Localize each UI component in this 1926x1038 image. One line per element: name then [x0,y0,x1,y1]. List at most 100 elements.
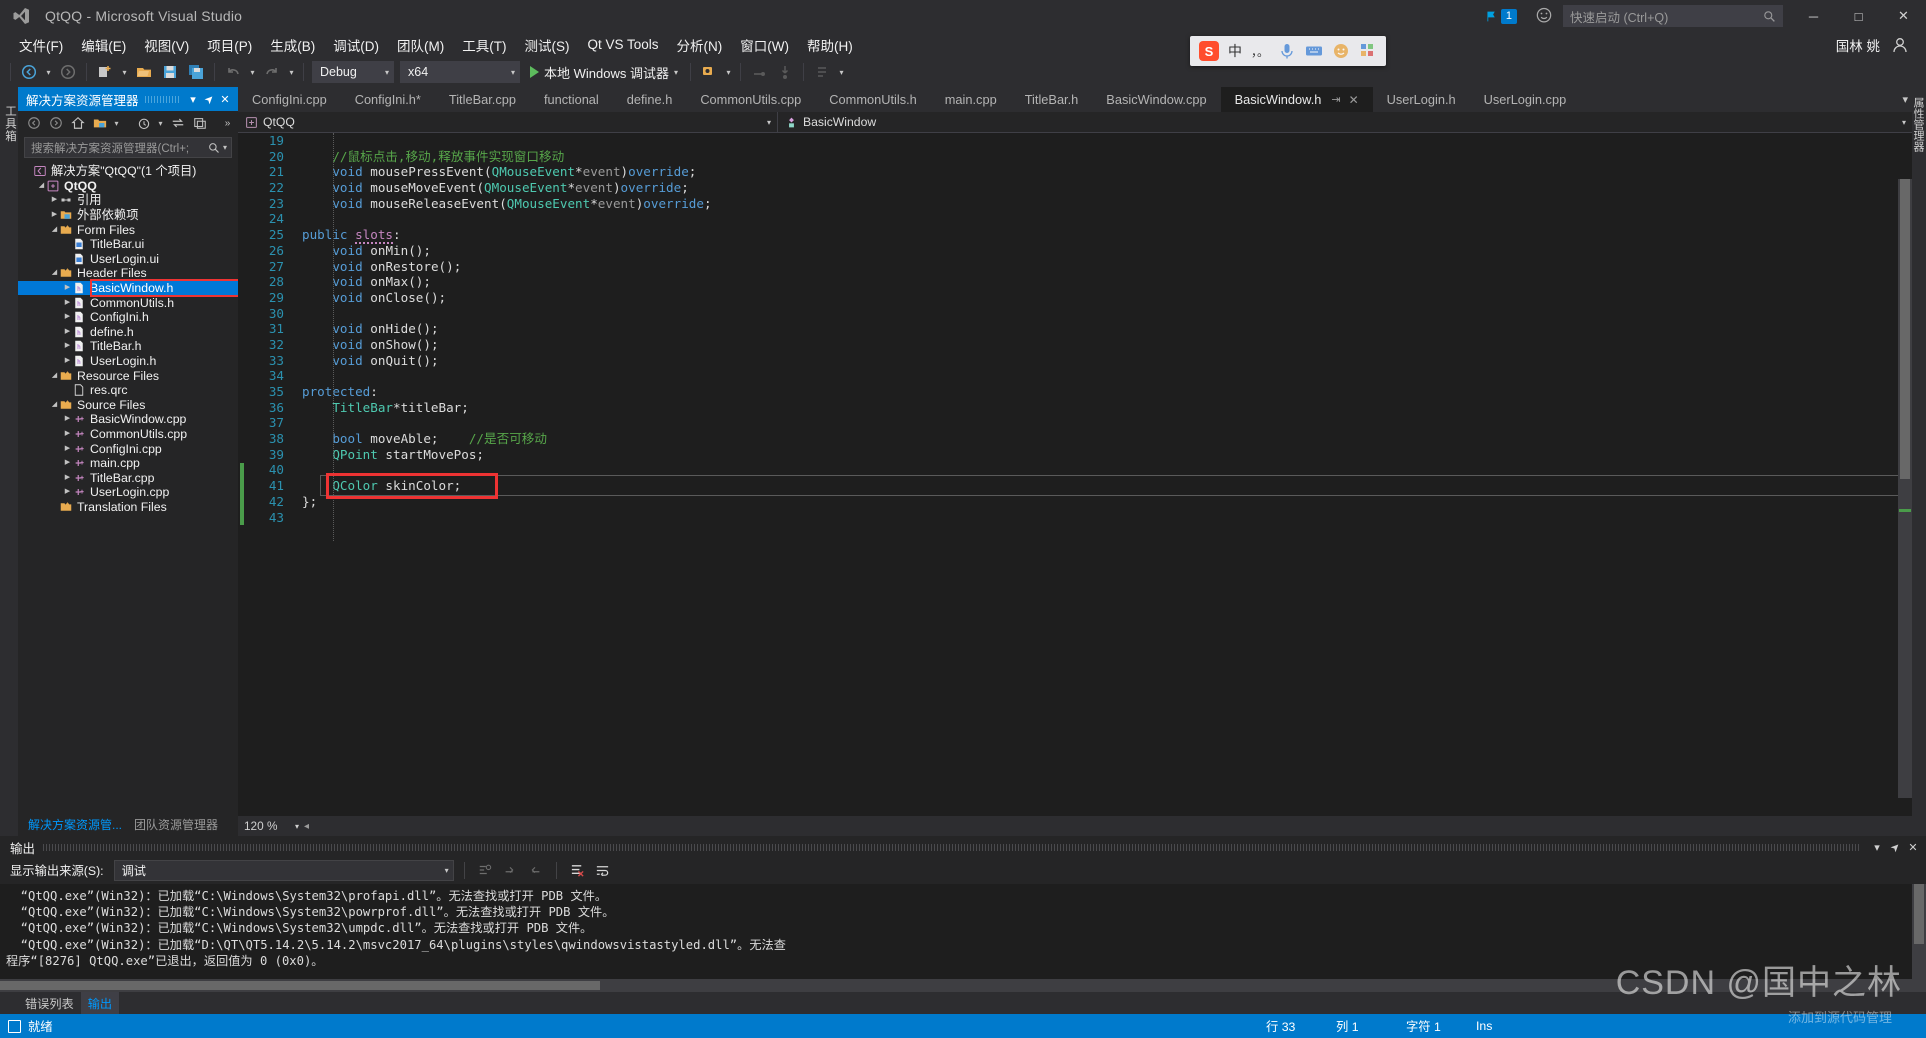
open-file-icon[interactable] [132,60,156,84]
code-area[interactable]: 19 20 21 22 23 24 25 26 27 28 29 30 31 32 33 34 35 36 37 38… [238,133,1912,816]
tab-overflow-icon[interactable]: ▾ [1902,93,1908,106]
code-line[interactable]: void onQuit(); [292,353,1912,369]
apps-grid-icon[interactable] [1359,42,1377,60]
tree-item[interactable]: ▶ BasicWindow.cpp [18,412,238,427]
tree-item[interactable]: ◢ Source Files [18,398,238,413]
editor-tab[interactable]: CommonUtils.cpp [686,87,815,112]
expand-arrow-closed-icon[interactable]: ▶ [63,339,72,353]
expand-arrow-open-icon[interactable]: ◢ [50,266,59,280]
save-all-icon[interactable] [184,60,208,84]
expand-arrow-closed-icon[interactable]: ▶ [63,354,72,368]
redo-dropdown-icon[interactable]: ▾ [286,60,297,84]
attach-process-icon[interactable] [697,60,721,84]
step-into-icon[interactable] [773,60,797,84]
tree-item[interactable]: Translation Files [18,500,238,515]
emoji-icon[interactable] [1332,42,1350,60]
step-out-icon[interactable] [810,60,834,84]
expand-arrow-closed-icon[interactable]: ▶ [63,412,72,426]
toolbar-overflow-icon[interactable]: ▾ [836,60,847,84]
code-line[interactable] [292,133,1912,149]
tree-item[interactable]: ◢ Resource Files [18,368,238,383]
toggle-word-wrap-icon[interactable] [592,860,613,880]
search-icon[interactable] [208,142,220,154]
start-debugging-button[interactable]: 本地 Windows 调试器 ▾ [524,60,684,84]
code-line[interactable]: }; [292,494,1912,510]
tree-item[interactable]: ▶ main.cpp [18,456,238,471]
tree-item[interactable]: ▶ UserLogin.cpp [18,485,238,500]
properties-tab[interactable]: 属性管理器 [1912,87,1926,836]
code-line[interactable] [292,211,1912,227]
tree-item-selected[interactable]: ▶ h BasicWindow.h [18,280,238,296]
code-line[interactable]: void onClose(); [292,290,1912,306]
code-text[interactable]: //鼠标点击,移动,释放事件实现窗口移动 void mousePressEven… [292,133,1912,816]
drag-handle[interactable] [144,95,179,103]
expand-arrow-closed-icon[interactable]: ▶ [63,325,72,339]
expand-arrow-closed-icon[interactable]: ▶ [63,427,72,441]
code-line[interactable]: void mouseMoveEvent(QMouseEvent*event)ov… [292,180,1912,196]
undo-dropdown-icon[interactable]: ▾ [247,60,258,84]
tree-item[interactable]: ▶ h ConfigIni.h [18,310,238,325]
menu-item-9[interactable]: Qt VS Tools [579,34,668,55]
code-line[interactable]: void onMax(); [292,274,1912,290]
code-line[interactable] [292,510,1912,526]
editor-tab[interactable]: define.h [613,87,687,112]
ime-punctuation-toggle[interactable]: ，。 [1251,43,1269,60]
scrollbar-thumb[interactable] [1914,884,1924,944]
code-line[interactable]: void onShow(); [292,337,1912,353]
editor-tab[interactable]: main.cpp [931,87,1011,112]
quick-launch-input[interactable]: 快速启动 (Ctrl+Q) [1563,5,1783,27]
editor-overflow-icon[interactable]: ◂ [304,821,309,832]
menu-item-1[interactable]: 编辑(E) [72,32,135,58]
expand-arrow-open-icon[interactable]: ◢ [50,369,59,383]
editor-tab[interactable]: UserLogin.h [1373,87,1470,112]
menu-item-11[interactable]: 窗口(W) [731,32,798,58]
chevron-down-icon[interactable]: ▾ [111,113,122,133]
clear-all-icon[interactable] [567,860,588,880]
chevron-down-icon[interactable]: ▾ [223,143,227,152]
tree-item[interactable]: ▶ ConfigIni.cpp [18,441,238,456]
bottom-tab-1[interactable]: 输出 [80,992,120,1014]
back-icon[interactable] [23,113,44,133]
forward-icon[interactable] [45,113,66,133]
undo-icon[interactable] [221,60,245,84]
code-line[interactable]: bool moveAble; //是否可移动 [292,431,1912,447]
pending-changes-icon[interactable] [133,113,154,133]
keyboard-icon[interactable] [1305,42,1323,60]
go-to-previous-icon[interactable] [500,860,521,880]
expand-arrow-open-icon[interactable]: ◢ [50,398,59,412]
expand-arrow-closed-icon[interactable]: ▶ [63,485,72,499]
output-drag-handle[interactable] [43,843,1860,851]
pin-tab-icon[interactable]: ⇥ [1331,93,1340,106]
close-tab-icon[interactable]: ✕ [1349,93,1359,107]
tree-item[interactable]: ▶ h TitleBar.h [18,339,238,354]
toolbox-tab[interactable]: 工具箱 [0,87,18,836]
menu-item-3[interactable]: 项目(P) [198,32,261,58]
editor-vertical-scrollbar[interactable] [1898,179,1912,798]
code-line[interactable]: protected: [292,384,1912,400]
tree-item[interactable]: ◢ QtQQ [18,179,238,194]
code-line[interactable]: public slots: [292,227,1912,245]
expand-arrow-closed-icon[interactable]: ▶ [50,208,59,222]
tree-item[interactable]: ▶ h UserLogin.h [18,354,238,369]
tree-item[interactable]: TitleBar.ui [18,237,238,252]
code-line[interactable]: void onHide(); [292,321,1912,337]
editor-tab[interactable]: functional [530,87,613,112]
sogou-icon[interactable]: S [1199,41,1219,61]
show-all-files-icon[interactable] [89,113,110,133]
code-line[interactable]: void mouseReleaseEvent(QMouseEvent*event… [292,196,1912,212]
symbol-selector[interactable]: BasicWindow ▾ [778,112,1912,133]
expand-arrow-closed-icon[interactable]: ▶ [50,193,59,207]
code-line[interactable]: QPoint startMovePos; [292,447,1912,463]
output-horizontal-scrollbar[interactable] [0,979,1926,992]
code-line[interactable]: void onMin(); [292,243,1912,259]
ime-mode-label[interactable]: 中 [1228,41,1242,61]
editor-tab[interactable]: TitleBar.cpp [435,87,530,112]
menu-item-2[interactable]: 视图(V) [135,32,198,58]
expand-arrow-closed-icon[interactable]: ▶ [63,442,72,456]
tree-item[interactable]: ◢ Form Files [18,222,238,237]
chevron-down-icon-2[interactable]: ▾ [155,113,166,133]
tree-item[interactable]: ▶ 引用 [18,193,238,208]
scrollbar-thumb[interactable] [0,981,600,990]
menu-item-4[interactable]: 生成(B) [261,32,324,58]
notifications-button[interactable]: 1 [1479,7,1523,26]
